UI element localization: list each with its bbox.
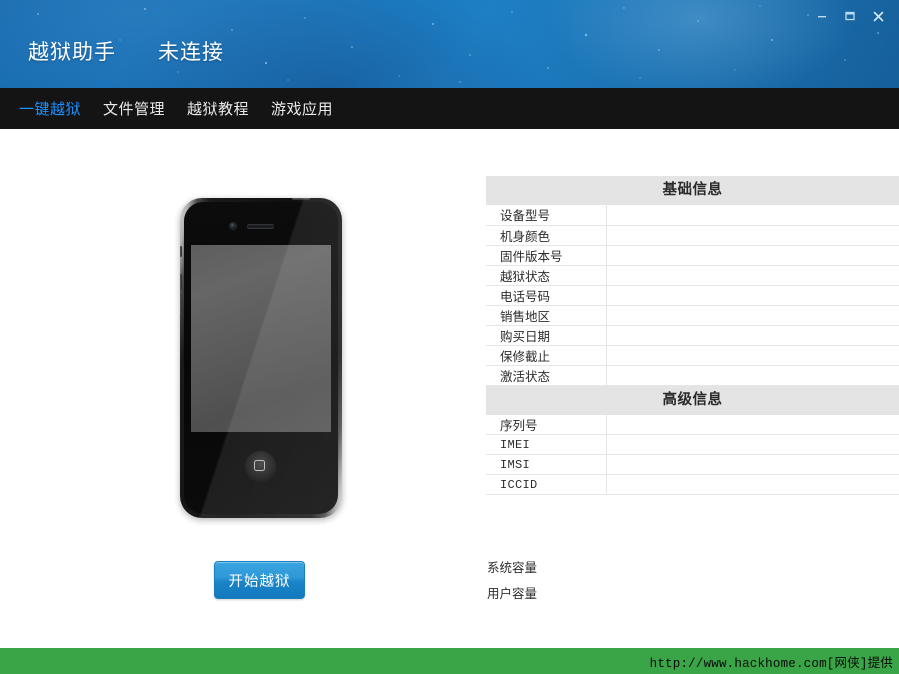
row-value-iccid (606, 474, 899, 495)
nav-item-games-apps[interactable]: 游戏应用 (260, 98, 344, 119)
maximize-icon (845, 11, 855, 21)
table-row: ICCID (486, 474, 899, 495)
row-value-warranty-end (606, 345, 899, 366)
table-row: IMSI (486, 454, 899, 475)
row-label-warranty-end: 保修截止 (486, 345, 607, 366)
row-value-activation-status (606, 365, 899, 386)
row-value-imei (606, 434, 899, 455)
row-label-activation-status: 激活状态 (486, 365, 607, 386)
table-row: 序列号 (486, 414, 899, 435)
phone-volume-down-icon (180, 298, 182, 314)
nav-item-one-key-jailbreak[interactable]: 一键越狱 (8, 98, 92, 119)
row-label-purchase-date: 购买日期 (486, 325, 607, 346)
row-value-sales-region (606, 305, 899, 326)
table-row: 保修截止 (486, 345, 899, 366)
table-row: IMEI (486, 434, 899, 455)
row-value-imsi (606, 454, 899, 475)
table-row: 销售地区 (486, 305, 899, 326)
jailbreak-assistant-window: 越狱助手 未连接 一键越狱 文件管理 越狱教程 游戏应用 开始越狱 基础信息 设… (0, 0, 899, 674)
maximize-button[interactable] (837, 6, 863, 26)
row-value-purchase-date (606, 325, 899, 346)
row-label-sales-region: 销售地区 (486, 305, 607, 326)
close-button[interactable] (865, 6, 891, 26)
main-nav-bar: 一键越狱 文件管理 越狱教程 游戏应用 (0, 88, 899, 129)
starfield-decoration (37, 5, 879, 83)
row-label-body-color: 机身颜色 (486, 225, 607, 246)
row-label-jailbreak-status: 越狱状态 (486, 265, 607, 286)
phone-front-camera-icon (230, 223, 236, 229)
row-label-phone-number: 电话号码 (486, 285, 607, 306)
row-label-device-model: 设备型号 (486, 205, 607, 226)
footer-watermark-bar: http://www.hackhome.com[网侠]提供 (0, 648, 899, 674)
window-controls (809, 6, 891, 26)
phone-volume-up-icon (180, 274, 182, 290)
row-value-jailbreak-status (606, 265, 899, 286)
capacity-block: 系统容量 用户容量 (487, 553, 887, 605)
phone-silent-switch-icon (180, 246, 182, 257)
table-row: 设备型号 (486, 205, 899, 226)
row-label-iccid: ICCID (486, 474, 607, 495)
table-row: 电话号码 (486, 285, 899, 306)
table-row: 机身颜色 (486, 225, 899, 246)
device-info-panel: 基础信息 设备型号 机身颜色 固件版本号 越狱状态 电话号码 销售地区 购买日期… (486, 176, 899, 495)
phone-home-button-icon (245, 451, 276, 482)
table-row: 固件版本号 (486, 245, 899, 266)
user-capacity-label: 用户容量 (487, 586, 538, 601)
row-value-body-color (606, 225, 899, 246)
basic-info-header: 基础信息 (486, 176, 899, 205)
row-value-phone-number (606, 285, 899, 306)
row-label-serial-number: 序列号 (486, 414, 607, 435)
table-row: 越狱状态 (486, 265, 899, 286)
connection-status: 未连接 (158, 41, 224, 64)
row-label-imei: IMEI (486, 434, 607, 455)
minimize-icon (818, 16, 826, 18)
basic-info-table: 设备型号 机身颜色 固件版本号 越狱状态 电话号码 销售地区 购买日期 保修截止… (486, 205, 899, 386)
start-jailbreak-button[interactable]: 开始越狱 (214, 561, 305, 599)
row-label-imsi: IMSI (486, 454, 607, 475)
iphone-device-illustration (180, 198, 342, 518)
phone-earpiece-icon (247, 224, 274, 229)
row-value-serial-number (606, 414, 899, 435)
app-title: 越狱助手 (28, 41, 116, 64)
advanced-info-table: 序列号 IMEI IMSI ICCID (486, 414, 899, 495)
nav-item-file-manager[interactable]: 文件管理 (92, 98, 176, 119)
minimize-button[interactable] (809, 6, 835, 26)
phone-home-square-glyph (254, 460, 265, 471)
system-capacity-label: 系统容量 (487, 560, 538, 575)
row-label-firmware-version: 固件版本号 (486, 245, 607, 266)
phone-screen (191, 245, 331, 432)
header-banner: 越狱助手 未连接 (0, 0, 899, 88)
table-row: 激活状态 (486, 365, 899, 386)
phone-power-button-icon (292, 198, 310, 200)
close-icon (873, 11, 883, 21)
user-capacity-row: 用户容量 (487, 579, 887, 605)
table-row: 购买日期 (486, 325, 899, 346)
row-value-device-model (606, 205, 899, 226)
system-capacity-row: 系统容量 (487, 553, 887, 579)
nav-item-jailbreak-tutorial[interactable]: 越狱教程 (176, 98, 260, 119)
advanced-info-header: 高级信息 (486, 385, 899, 415)
row-value-firmware-version (606, 245, 899, 266)
footer-watermark-text: http://www.hackhome.com[网侠]提供 (649, 656, 893, 671)
